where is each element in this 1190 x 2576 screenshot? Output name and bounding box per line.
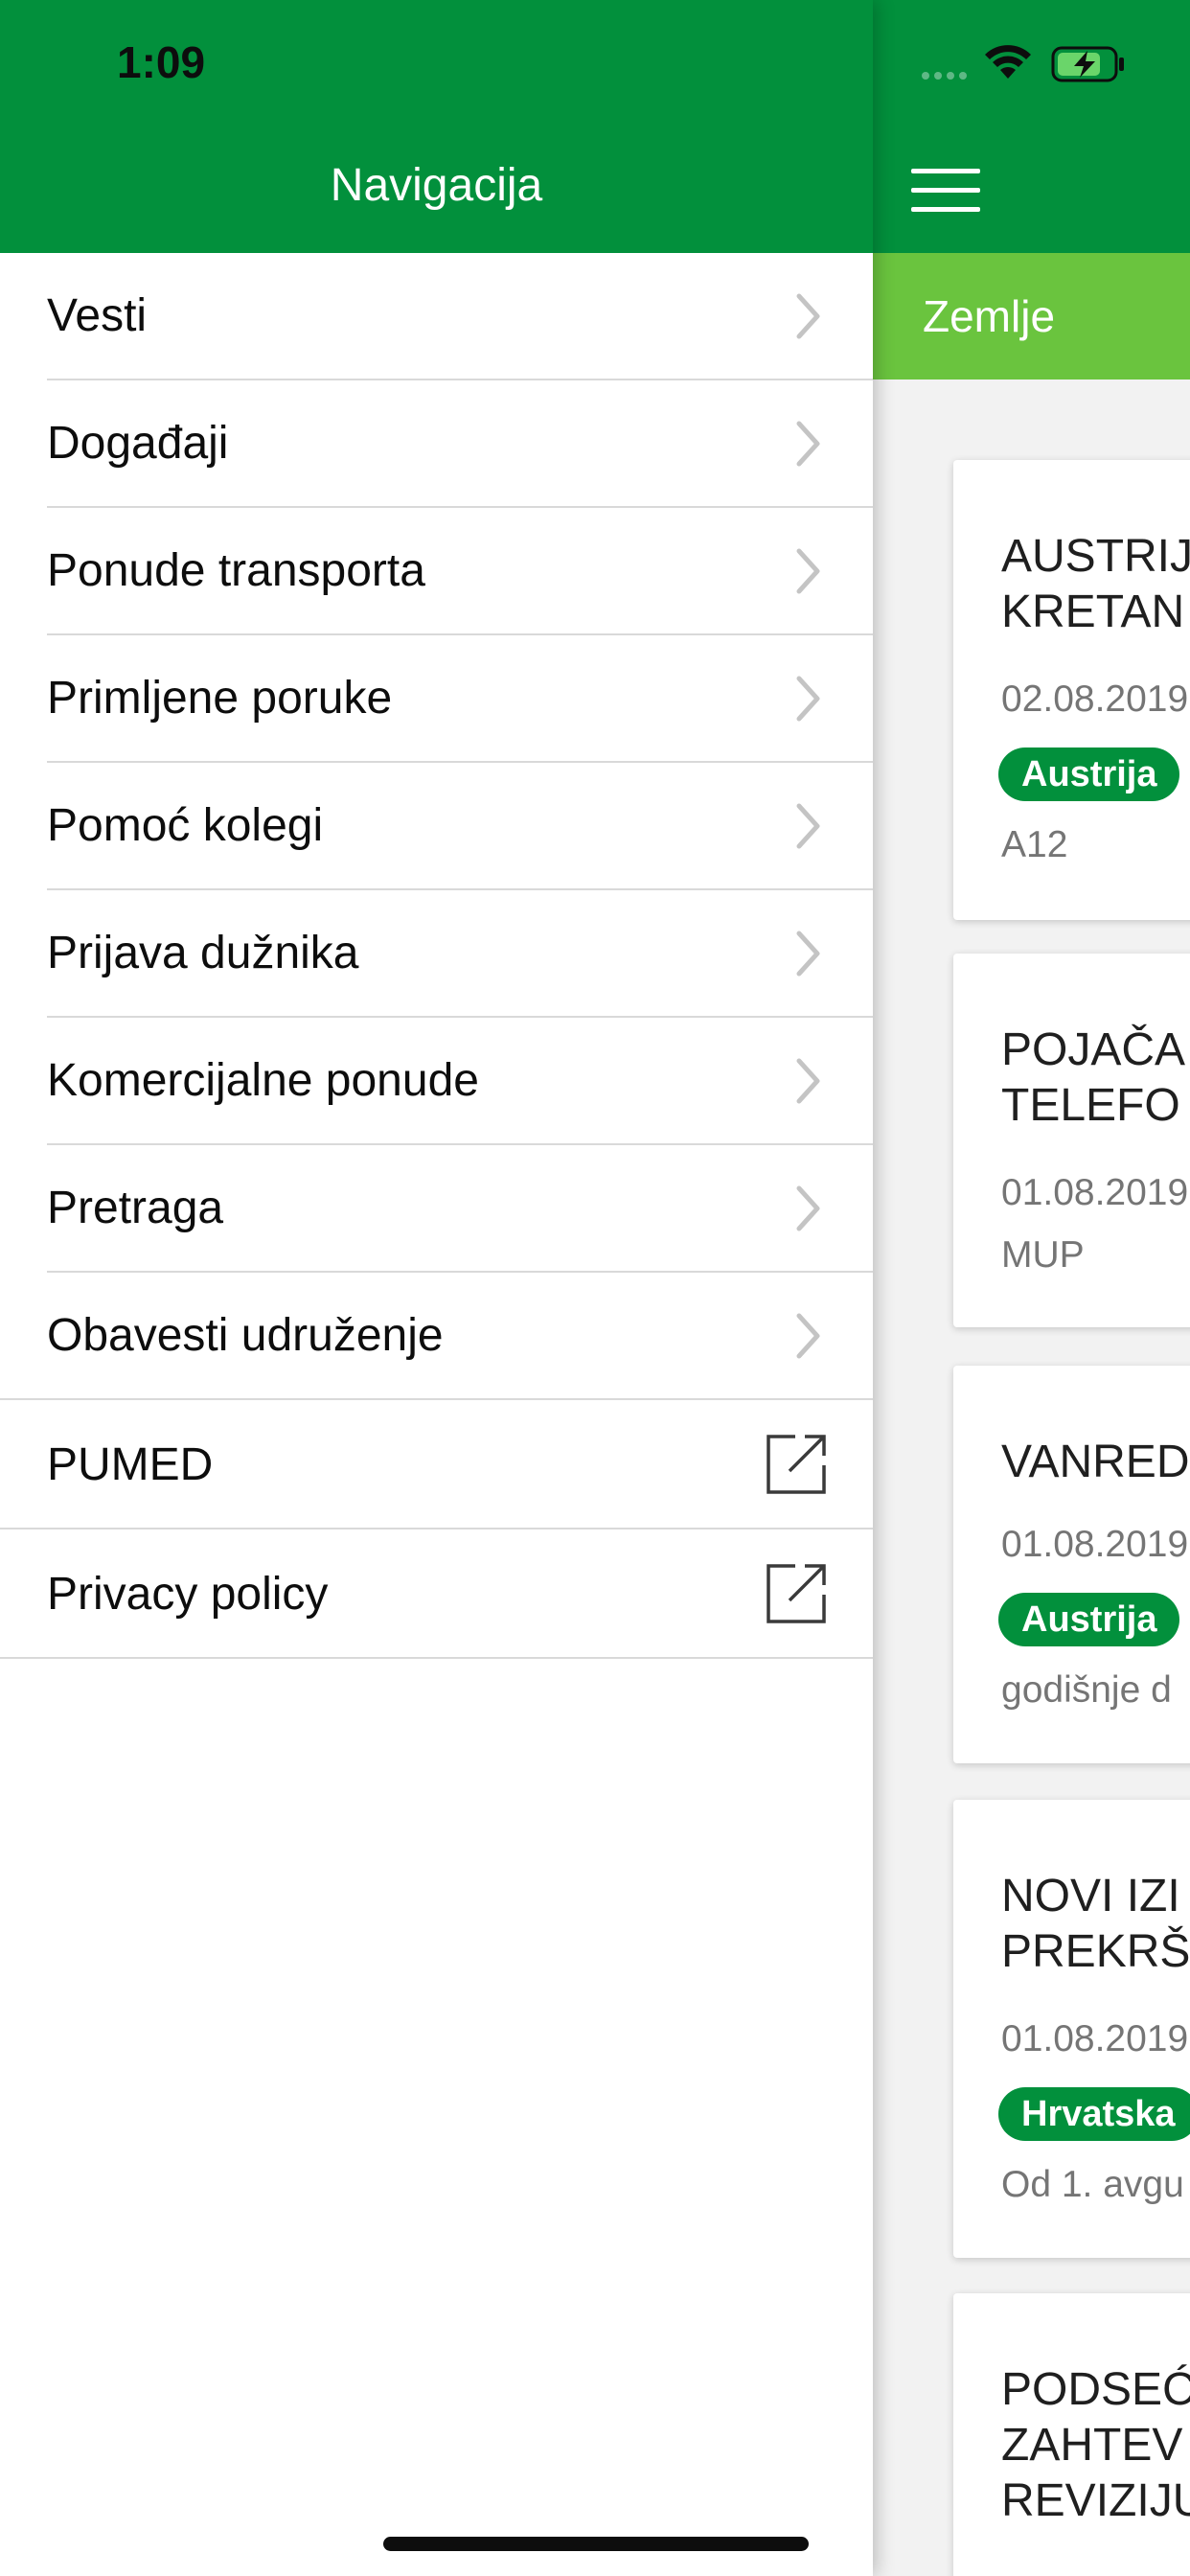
nav-item-label: PUMED [47,1439,214,1490]
chevron-right-icon [796,1185,820,1231]
battery-charging-icon [1051,46,1124,82]
news-title-line: PREKRŠ [1001,1926,1190,1977]
chevron-right-icon [796,421,820,467]
chevron-right-icon [796,803,820,849]
chevron-right-icon [796,676,820,722]
nav-item-pomoc-kolegi[interactable]: Pomoć kolegi [0,763,873,890]
news-card[interactable]: AUSTRIJ KRETAN 02.08.2019 Austrija A12 [953,460,1190,920]
navigation-drawer: 1:09 Navigacija Vesti Događaji Ponude tr… [0,0,873,2576]
news-title-line: KRETAN [1001,586,1185,637]
news-date: 01.08.2019 [1001,1524,1189,1565]
news-excerpt: godišnje d [1001,1669,1172,1711]
news-title-line: REVIZIJU [1001,2475,1190,2526]
news-title-line: POJAČA [1001,1024,1186,1075]
nav-item-label: Komercijalne ponude [47,1055,479,1106]
news-date: 02.08.2019 [1001,678,1189,720]
news-title-line: ZAHTEV [1001,2420,1183,2471]
drawer-header: 1:09 Navigacija [0,0,873,253]
app-header [873,0,1190,253]
nav-item-pumed[interactable]: PUMED [0,1400,873,1530]
news-card[interactable]: VANRED 01.08.2019 Austrija godišnje d [953,1366,1190,1763]
chevron-right-icon [796,1058,820,1104]
news-excerpt: MUP [1001,1234,1085,1276]
news-excerpt: Od 1. avgu [1001,2164,1184,2205]
news-title-line: NOVI IZI [1001,1871,1180,1921]
nav-item-komercijalne-ponude[interactable]: Komercijalne ponude [0,1018,873,1145]
tab-zemlje[interactable]: Zemlje [923,253,1055,380]
news-excerpt: A12 [1001,824,1068,865]
news-title-line: TELEFO [1001,1080,1180,1131]
news-card[interactable]: PODSEĆ ZAHTEV REVIZIJU [953,2293,1190,2576]
chevron-right-icon [796,931,820,977]
menu-button[interactable] [911,169,980,213]
chevron-right-icon [796,1313,820,1359]
country-tag[interactable]: Austrija [998,748,1180,801]
nav-item-label: Pretraga [47,1183,224,1233]
chevron-right-icon [796,548,820,594]
nav-item-ponude-transporta[interactable]: Ponude transporta [0,508,873,635]
nav-item-dogadjaji[interactable]: Događaji [0,380,873,508]
news-card[interactable]: POJAČA TELEFO 01.08.2019 MUP [953,954,1190,1327]
chevron-right-icon [796,293,820,339]
nav-item-label: Obavesti udruženje [47,1310,444,1361]
row-divider [0,1657,873,1659]
nav-item-label: Primljene poruke [47,673,393,724]
nav-item-label: Ponude transporta [47,545,425,596]
home-indicator[interactable] [383,2537,809,2551]
nav-item-pretraga[interactable]: Pretraga [0,1145,873,1273]
country-tag[interactable]: Hrvatska [998,2087,1190,2141]
nav-item-vesti[interactable]: Vesti [0,253,873,380]
nav-item-prijava-duznika[interactable]: Prijava dužnika [0,890,873,1018]
nav-item-label: Pomoć kolegi [47,800,324,851]
nav-item-label: Događaji [47,418,229,469]
drawer-title: Navigacija [330,160,543,211]
wifi-icon [985,45,1031,79]
nav-item-obavesti-udruzenje[interactable]: Obavesti udruženje [0,1273,873,1400]
signal-icon [922,72,967,80]
status-bar-time: 1:09 [117,37,206,87]
news-date: 01.08.2019 [1001,2018,1189,2059]
news-title-line: PODSEĆ [1001,2364,1190,2415]
nav-item-label: Vesti [47,290,148,341]
news-title-line: VANRED [1001,1437,1190,1487]
status-bar-right [873,0,1190,126]
news-card[interactable]: NOVI IZI PREKRŠ 01.08.2019 Hrvatska Od 1… [953,1800,1190,2258]
external-link-icon [767,1564,826,1623]
nav-item-label: Privacy policy [47,1569,329,1620]
nav-item-privacy-policy[interactable]: Privacy policy [0,1530,873,1659]
news-date: 01.08.2019 [1001,1172,1189,1213]
nav-item-label: Prijava dužnika [47,928,359,978]
news-list-screen: Zemlje AUSTRIJ KRETAN 02.08.2019 Austrij… [873,0,1190,2576]
category-tab-bar: Zemlje [873,253,1190,380]
news-title-line: AUSTRIJ [1001,531,1190,582]
country-tag[interactable]: Austrija [998,1593,1180,1646]
external-link-icon [767,1435,826,1494]
nav-item-primljene-poruke[interactable]: Primljene poruke [0,635,873,763]
